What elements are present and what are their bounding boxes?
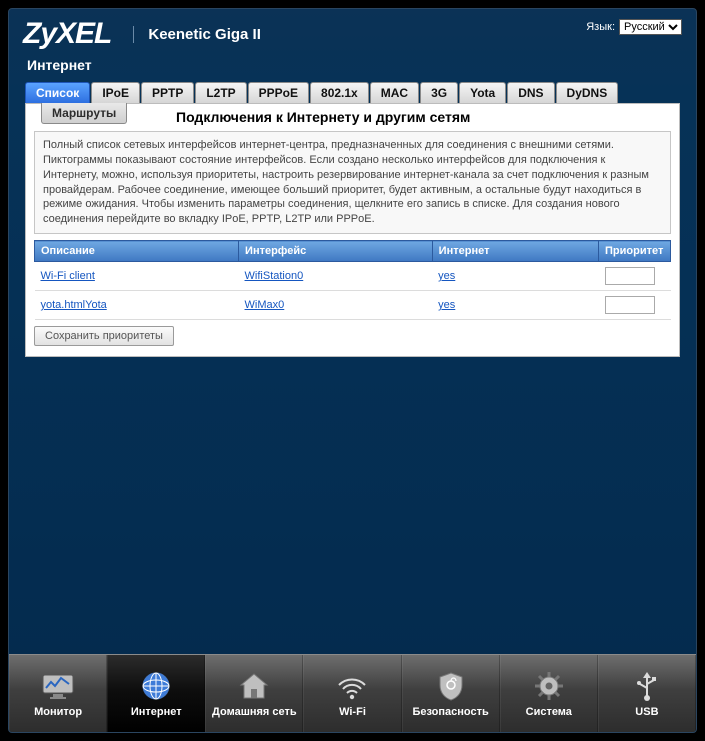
language-select[interactable]: Русский (619, 19, 682, 35)
nav-usb[interactable]: USB (598, 655, 696, 732)
tab-dydns[interactable]: DyDNS (556, 82, 619, 103)
row-interface-link[interactable]: WifiStation0 (245, 270, 304, 282)
nav-label: Интернет (131, 706, 182, 718)
nav-monitor[interactable]: Монитор (9, 655, 107, 732)
row-description-link[interactable]: yota.htmlYota (41, 299, 107, 311)
monitor-icon (40, 670, 76, 702)
section-title: Интернет (9, 53, 696, 79)
priority-input[interactable] (605, 296, 655, 314)
nav-label: Монитор (34, 706, 82, 718)
model-name: Keenetic Giga II (133, 26, 261, 43)
nav-label: Домашняя сеть (212, 706, 297, 718)
home-icon (236, 670, 272, 702)
nav-label: Безопасность (412, 706, 488, 718)
tab-ipoe[interactable]: IPoE (91, 82, 140, 103)
tab-802.1x[interactable]: 802.1x (310, 82, 369, 103)
nav-internet[interactable]: Интернет (107, 655, 205, 732)
tab-список[interactable]: Список (25, 82, 90, 103)
system-icon (531, 670, 567, 702)
nav-security[interactable]: Безопасность (402, 655, 500, 732)
language-label: Язык: (586, 21, 615, 33)
col-priority: Приоритет (599, 241, 671, 262)
tab-pppoe[interactable]: PPPoE (248, 82, 309, 103)
security-icon (433, 670, 469, 702)
col-description: Описание (35, 241, 239, 262)
tab-3g[interactable]: 3G (420, 82, 458, 103)
table-row: Wi-Fi client WifiStation0 yes (35, 262, 671, 291)
brand-logo: ZyXEL (23, 17, 125, 51)
table-row: yota.htmlYota WiMax0 yes (35, 291, 671, 320)
nav-system[interactable]: Система (500, 655, 598, 732)
col-internet: Интернет (432, 241, 598, 262)
tab-l2tp[interactable]: L2TP (195, 82, 246, 103)
language-selector: Язык: Русский (586, 19, 682, 35)
nav-label: Система (526, 706, 572, 718)
wifi-icon (334, 670, 370, 702)
nav-home[interactable]: Домашняя сеть (205, 655, 303, 732)
tab-dns[interactable]: DNS (507, 82, 554, 103)
nav-label: USB (635, 706, 658, 718)
priority-input[interactable] (605, 267, 655, 285)
usb-icon (629, 670, 665, 702)
row-internet-link[interactable]: yes (438, 270, 455, 282)
internet-icon (138, 670, 174, 702)
col-interface: Интерфейс (239, 241, 433, 262)
tab-yota[interactable]: Yota (459, 82, 506, 103)
tab-mac[interactable]: MAC (370, 82, 419, 103)
panel-title: Подключения к Интернету и другим сетям (26, 103, 679, 129)
row-internet-link[interactable]: yes (438, 299, 455, 311)
nav-wifi[interactable]: Wi-Fi (303, 655, 401, 732)
row-interface-link[interactable]: WiMax0 (245, 299, 285, 311)
save-priorities-button[interactable]: Сохранить приоритеты (34, 326, 174, 346)
tab-pptp[interactable]: PPTP (141, 82, 194, 103)
interfaces-table: Описание Интерфейс Интернет Приоритет Wi… (34, 240, 671, 320)
row-description-link[interactable]: Wi-Fi client (41, 270, 95, 282)
panel-description: Полный список сетевых интерфейсов интерн… (34, 131, 671, 234)
nav-label: Wi-Fi (339, 706, 366, 718)
